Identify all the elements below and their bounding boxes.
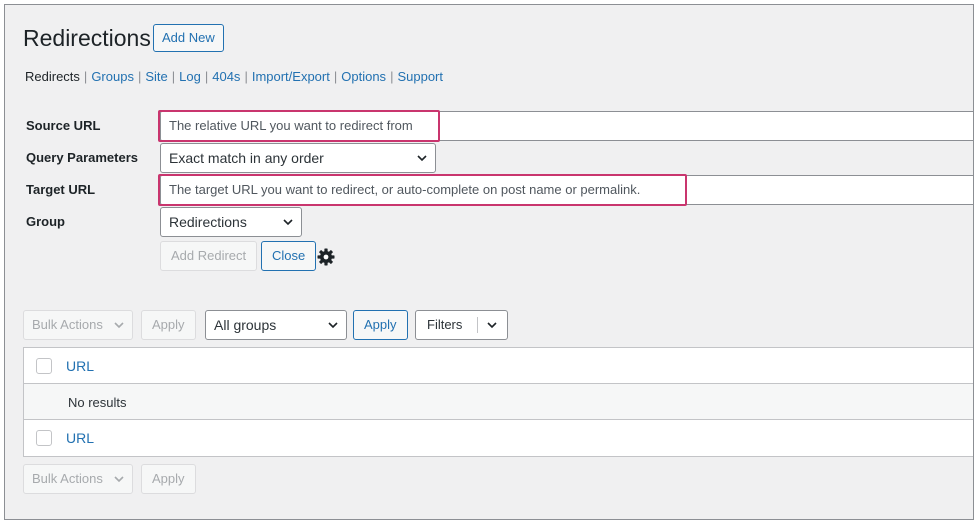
filters-button[interactable]: Filters: [415, 310, 508, 340]
subnav-item-site[interactable]: Site: [145, 69, 167, 84]
subnav-separator: |: [204, 69, 209, 84]
table-row: No results: [24, 384, 973, 420]
group-label: Group: [26, 214, 65, 229]
target-url-input[interactable]: The target URL you want to redirect, or …: [160, 175, 973, 205]
apply-button-bottom[interactable]: Apply: [141, 464, 196, 494]
subnav-separator: |: [171, 69, 176, 84]
group-select[interactable]: Redirections: [160, 207, 302, 237]
query-parameters-value: Exact match in any order: [169, 150, 324, 166]
close-button[interactable]: Close: [261, 241, 317, 271]
query-parameters-select[interactable]: Exact match in any order: [160, 143, 436, 173]
table-footer-row: URL: [24, 420, 973, 456]
groups-filter-select[interactable]: All groups: [205, 310, 347, 340]
redirects-table: URL No results URL: [23, 347, 973, 457]
subnav-separator: |: [244, 69, 248, 84]
subnav-separator: |: [390, 69, 394, 84]
table-header-row: URL: [24, 348, 973, 384]
gear-icon[interactable]: [316, 247, 336, 267]
target-url-label: Target URL: [26, 182, 96, 197]
add-redirect-button[interactable]: Add Redirect: [160, 241, 258, 271]
subnav-item-log[interactable]: Log: [179, 69, 201, 84]
chevron-down-icon: [114, 322, 124, 329]
add-new-button[interactable]: Add New: [153, 24, 224, 52]
bulk-actions-value: Bulk Actions: [32, 471, 103, 486]
filters-label: Filters: [427, 317, 463, 332]
source-url-input[interactable]: The relative URL you want to redirect fr…: [160, 111, 973, 141]
subnav: Redirects | Groups | Site | Log | 404s | Import/Ex…: [25, 69, 443, 85]
subnav-separator: |: [333, 69, 338, 84]
redirection-admin-page: Redirections Add New Redirects | Groups | Si…: [4, 4, 974, 520]
apply-button-top[interactable]: Apply: [141, 310, 196, 340]
groups-filter-value: All groups: [214, 317, 277, 333]
chevron-down-icon: [114, 476, 124, 483]
column-url-footer[interactable]: URL: [66, 430, 94, 446]
bulk-actions-value: Bulk Actions: [32, 317, 103, 332]
groups-apply-button[interactable]: Apply: [353, 310, 408, 340]
subnav-item-support[interactable]: Support: [397, 69, 443, 84]
select-all-checkbox[interactable]: [36, 358, 52, 374]
subnav-item-redirects[interactable]: Redirects: [25, 69, 80, 84]
subnav-item-options[interactable]: Options: [341, 69, 386, 84]
chevron-down-icon: [417, 155, 427, 162]
bulk-actions-select-bottom[interactable]: Bulk Actions: [23, 464, 133, 494]
subnav-item-import-export[interactable]: Import/Export: [252, 69, 330, 84]
subnav-separator: |: [137, 69, 142, 84]
subnav-item-groups[interactable]: Groups: [91, 69, 134, 84]
chevron-down-icon: [283, 219, 293, 226]
subnav-separator: |: [83, 69, 88, 84]
chevron-down-icon[interactable]: [486, 320, 498, 330]
filters-divider: [477, 317, 478, 333]
source-url-label: Source URL: [26, 118, 101, 133]
query-parameters-label: Query Parameters: [26, 150, 139, 165]
bulk-actions-select-top[interactable]: Bulk Actions: [23, 310, 133, 340]
select-all-checkbox-footer[interactable]: [36, 430, 52, 446]
page-title: Redirections: [23, 25, 151, 51]
column-url-header[interactable]: URL: [66, 358, 94, 374]
subnav-item-404s[interactable]: 404s: [212, 69, 240, 84]
chevron-down-icon: [328, 322, 338, 329]
group-value: Redirections: [169, 214, 247, 230]
no-results-text: No results: [68, 395, 127, 410]
